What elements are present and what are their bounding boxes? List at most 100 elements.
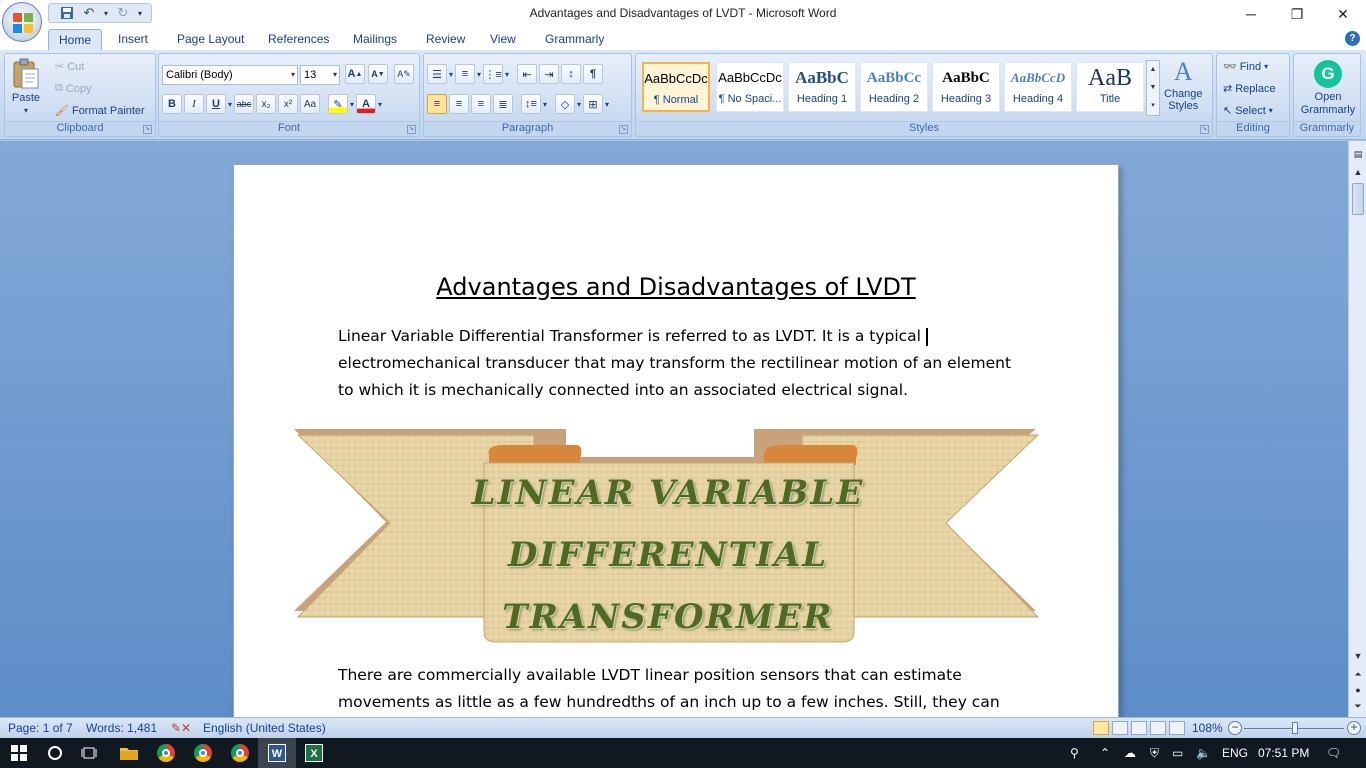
volume-muted-icon[interactable]: 🔈 (1196, 746, 1211, 760)
shading-dropdown-icon[interactable]: ▾ (577, 100, 581, 109)
style-heading-2[interactable]: AaBbCc Heading 2 (860, 62, 928, 112)
zoom-in-icon[interactable]: + (1347, 721, 1361, 735)
chrome-icon[interactable] (147, 738, 185, 768)
input-language[interactable]: ENG (1222, 746, 1248, 760)
scroll-down-icon[interactable]: ▼ (1351, 649, 1365, 663)
numbering-icon[interactable]: ≡ (455, 64, 476, 84)
zoom-level[interactable]: 108% (1192, 721, 1223, 735)
tab-insert[interactable]: Insert (108, 29, 158, 50)
multilevel-list-icon[interactable]: ⋮≡ (483, 64, 504, 84)
style-heading-3[interactable]: AaBbC Heading 3 (932, 62, 1000, 112)
select-browse-object-icon[interactable]: ● (1351, 683, 1365, 697)
full-screen-reading-view-icon[interactable] (1112, 721, 1128, 735)
increase-indent-icon[interactable]: ⇥ (539, 64, 560, 84)
change-case-button[interactable]: Aa (300, 94, 321, 114)
search-icon[interactable] (36, 738, 74, 768)
paragraph-2[interactable]: There are commercially available LVDT li… (338, 662, 1018, 716)
wordart-banner[interactable]: LINEAR VARIABLE DIFFERENTIAL TRANSFORMER (294, 427, 1042, 647)
office-button[interactable] (2, 2, 42, 42)
sort-icon[interactable]: ↕ (561, 64, 582, 84)
windows-start-icon[interactable] (0, 738, 38, 768)
select-button[interactable]: ↖ Select ▾ (1223, 104, 1273, 118)
styles-launcher-icon[interactable]: ↘ (1200, 125, 1209, 134)
clock[interactable]: 07:51 PM (1258, 746, 1309, 760)
highlight-icon[interactable]: ✎ (328, 94, 349, 114)
italic-button[interactable]: I (184, 94, 204, 114)
security-icon[interactable]: ⛨ (1150, 746, 1159, 761)
tab-view[interactable]: View (480, 29, 526, 50)
show-formatting-button[interactable]: ¶ (583, 64, 604, 84)
onedrive-icon[interactable]: ☁ (1124, 746, 1136, 760)
help-icon[interactable]: ? (1345, 31, 1360, 46)
shrink-font-button[interactable]: A ▼ (368, 64, 388, 84)
file-explorer-icon[interactable] (110, 738, 148, 768)
scroll-up-icon[interactable]: ▲ (1351, 165, 1365, 179)
more-styles-icon[interactable]: ▾ (1147, 97, 1159, 115)
ruler-toggle-icon[interactable]: ▤ (1351, 147, 1365, 161)
align-center-icon[interactable]: ≡ (449, 94, 469, 114)
chrome-icon[interactable] (184, 738, 222, 768)
restore-icon[interactable]: ❐ (1274, 0, 1320, 28)
tab-page-layout[interactable]: Page Layout (167, 29, 254, 50)
previous-page-icon[interactable]: ⏶ (1351, 667, 1365, 681)
document-heading[interactable]: Advantages and Disadvantages of LVDT (234, 273, 1118, 301)
excel-icon[interactable]: X (295, 738, 333, 768)
decrease-indent-icon[interactable]: ⇤ (517, 64, 538, 84)
notifications-icon[interactable]: 🗨 (1326, 746, 1341, 760)
chrome-icon[interactable] (221, 738, 259, 768)
find-button[interactable]: 👓 Find ▾ (1223, 60, 1268, 74)
font-size-combo[interactable]: 13 ▾ (300, 65, 340, 85)
web-layout-view-icon[interactable] (1131, 721, 1147, 735)
style-no-spacing[interactable]: AaBbCcDc ¶ No Spaci... (716, 62, 784, 112)
style-title[interactable]: AaB Title (1076, 62, 1144, 112)
print-layout-view-icon[interactable] (1093, 721, 1109, 735)
tab-review[interactable]: Review (416, 29, 475, 50)
people-icon[interactable]: ⚲ (1070, 746, 1079, 760)
underline-dropdown-icon[interactable]: ▾ (228, 100, 232, 109)
multilevel-dropdown-icon[interactable]: ▾ (505, 70, 509, 79)
strikethrough-button[interactable]: abc (234, 94, 255, 114)
minimize-icon[interactable]: ─ (1228, 0, 1274, 28)
language[interactable]: English (United States) (203, 721, 326, 735)
style-heading-4[interactable]: AaBbCcD Heading 4 (1004, 62, 1072, 112)
chevron-up-icon[interactable]: ⌃ (1100, 746, 1110, 760)
draft-view-icon[interactable] (1169, 721, 1185, 735)
word-count[interactable]: Words: 1,481 (86, 721, 157, 735)
justify-icon[interactable]: ≣ (493, 94, 513, 114)
subscript-button[interactable]: x₂ (256, 94, 277, 114)
copy-button[interactable]: ⧉ Copy (55, 82, 92, 95)
tab-grammarly[interactable]: Grammarly (535, 29, 614, 50)
zoom-slider-thumb[interactable] (1292, 722, 1298, 734)
open-grammarly-button[interactable]: G Open Grammarly (1298, 60, 1358, 117)
highlight-dropdown-icon[interactable]: ▾ (350, 100, 354, 109)
proofing-icon[interactable]: ✎✕ (171, 721, 191, 735)
cut-button[interactable]: ✂ Cut (55, 60, 84, 74)
shading-icon[interactable]: ◇ (555, 94, 576, 114)
grow-font-button[interactable]: A ▲ (345, 64, 365, 84)
page-count[interactable]: Page: 1 of 7 (8, 721, 73, 735)
styles-gallery-scroll[interactable]: ▲ ▼ ▾ (1146, 60, 1160, 116)
chevron-down-icon[interactable]: ▼ (1147, 79, 1159, 97)
change-styles-button[interactable]: A Change Styles (1164, 56, 1203, 112)
borders-dropdown-icon[interactable]: ▾ (605, 100, 609, 109)
tab-home[interactable]: Home (48, 29, 103, 50)
borders-icon[interactable]: ⊞ (583, 94, 604, 114)
bullets-icon[interactable]: ☰ (427, 64, 447, 84)
style-heading-1[interactable]: AaBbC Heading 1 (788, 62, 856, 112)
bold-button[interactable]: B (162, 94, 182, 114)
tab-mailings[interactable]: Mailings (343, 29, 407, 50)
line-spacing-icon[interactable]: ↕≡ (521, 94, 541, 114)
tab-references[interactable]: References (258, 29, 339, 50)
chevron-up-icon[interactable]: ▲ (1147, 61, 1159, 79)
font-color-dropdown-icon[interactable]: ▾ (378, 100, 382, 109)
outline-view-icon[interactable] (1150, 721, 1166, 735)
underline-button[interactable]: U (206, 94, 226, 114)
clear-formatting-icon[interactable]: A✎ (394, 64, 414, 84)
next-page-icon[interactable]: ⏷ (1351, 699, 1365, 713)
superscript-button[interactable]: x² (278, 94, 299, 114)
vertical-scrollbar[interactable]: ▤ ▲ ▼ ⏶ ● ⏷ (1348, 141, 1366, 717)
word-icon[interactable]: W (258, 738, 296, 768)
format-painter-button[interactable]: 🖌 Format Painter (55, 104, 145, 118)
font-name-combo[interactable]: Calibri (Body) ▾ (162, 65, 298, 85)
align-right-icon[interactable]: ≡ (471, 94, 491, 114)
